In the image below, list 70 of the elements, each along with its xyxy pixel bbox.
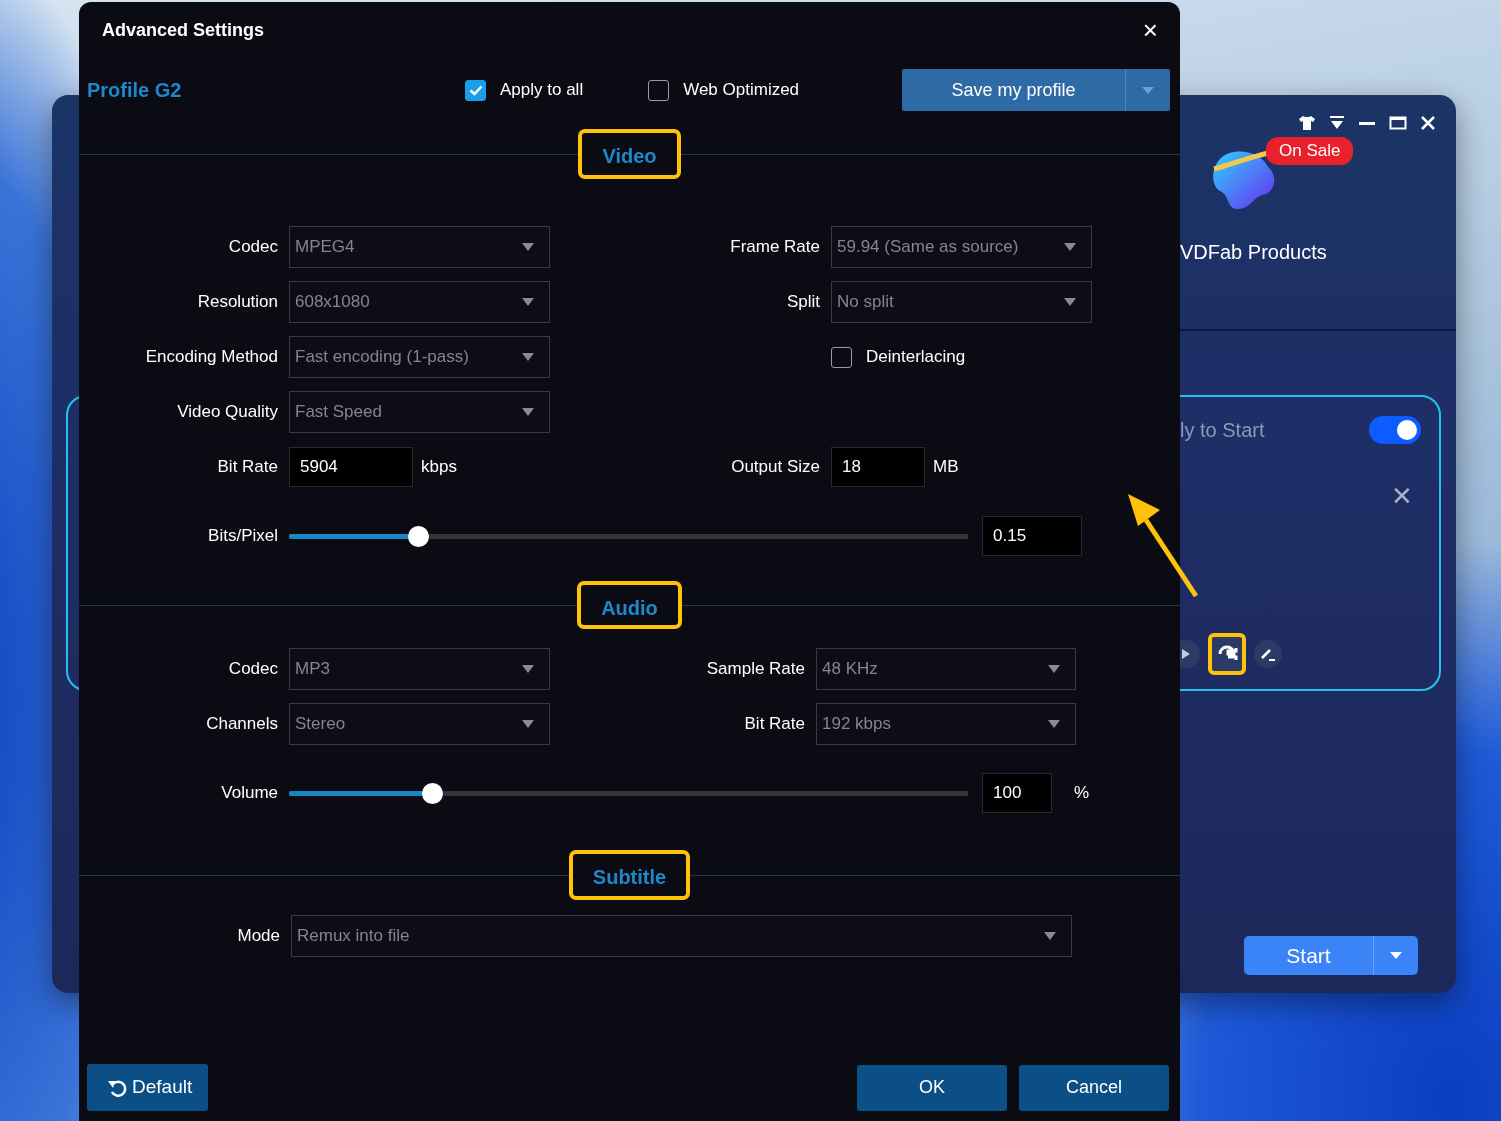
slider-thumb[interactable] (408, 525, 429, 547)
dropdown[interactable]: Fast encoding (1-pass) (289, 336, 550, 378)
field-label: Volume (220, 782, 278, 805)
field-label: Split (785, 291, 820, 314)
shirt-icon[interactable] (1298, 115, 1316, 131)
filter-icon[interactable] (1329, 115, 1345, 131)
dropdown[interactable]: 608x1080 (289, 281, 550, 323)
checkbox[interactable]: Apply to all (465, 77, 584, 103)
caret-icon (1064, 243, 1076, 251)
caret-icon (522, 720, 534, 728)
caret-icon (522, 298, 534, 306)
unit-label: % (1074, 782, 1090, 805)
dropdown[interactable]: No split (831, 281, 1092, 323)
maximize-icon[interactable] (1389, 115, 1407, 131)
caret-icon (522, 408, 534, 416)
ok-button[interactable]: OK (857, 1064, 1007, 1111)
default-button[interactable]: Default (87, 1064, 209, 1111)
caret-icon (522, 353, 534, 361)
caret-icon (1048, 665, 1060, 673)
caret-icon (1048, 720, 1060, 728)
field-label: Codec (227, 236, 278, 259)
unit-label: MB (933, 456, 959, 479)
field-label: Bit Rate (216, 456, 278, 479)
input-field[interactable]: 18 (831, 447, 925, 487)
toggle-switch[interactable] (1369, 416, 1421, 444)
dropdown[interactable]: MP3 (289, 648, 550, 690)
input-field[interactable]: 0.15 (982, 516, 1082, 556)
checkbox[interactable]: Web Optimized (648, 77, 800, 103)
cancel-button[interactable]: Cancel (1019, 1064, 1169, 1111)
caret-icon (522, 665, 534, 673)
field-label: Mode (236, 925, 280, 948)
profile-name: Profile G2 (87, 78, 183, 103)
caret-icon (1064, 298, 1076, 306)
field-label: Sample Rate (705, 658, 805, 681)
field-label: Channels (205, 713, 278, 736)
dropdown[interactable]: Stereo (289, 703, 550, 745)
slider-thumb[interactable] (421, 782, 443, 804)
caret-icon (522, 243, 534, 251)
field-label: Output Size (730, 456, 820, 479)
field-label: Bits/Pixel (207, 525, 278, 548)
field-label: Frame Rate (729, 236, 820, 259)
close-icon[interactable] (1420, 115, 1436, 131)
caret-icon (1390, 952, 1402, 959)
field-label: Resolution (196, 291, 278, 314)
task-status: ly to Start (1180, 418, 1265, 443)
dropdown[interactable]: Remux into file (291, 915, 1072, 957)
menu-label[interactable]: VDFab Products (1180, 237, 1456, 267)
checkbox[interactable]: Deinterlacing (831, 344, 1092, 370)
input-field[interactable]: 5904 (289, 447, 413, 487)
field-label: Bit Rate (743, 713, 805, 736)
dropdown[interactable]: 59.94 (Same as source) (831, 226, 1092, 268)
close-icon[interactable]: ✕ (1391, 483, 1413, 509)
unit-label: kbps (421, 456, 457, 479)
check-icon (468, 84, 483, 96)
edit-icon[interactable] (1254, 640, 1282, 668)
dropdown[interactable]: Fast Speed (289, 391, 550, 433)
close-button[interactable]: × (1142, 17, 1158, 43)
section-heading: Subtitle (568, 850, 691, 900)
input-field[interactable]: 100 (982, 773, 1052, 813)
caret-icon (1044, 932, 1056, 940)
section-heading: Audio (577, 581, 682, 629)
field-label: Codec (227, 658, 278, 681)
dropdown[interactable]: 48 KHz (816, 648, 1076, 690)
field-label: Video Quality (176, 401, 278, 424)
section-heading: Video (578, 129, 681, 179)
dialog-title: Advanced Settings (102, 18, 265, 42)
dropdown[interactable]: MPEG4 (289, 226, 550, 268)
sale-badge: On Sale (1266, 137, 1354, 165)
dropdown[interactable]: 192 kbps (816, 703, 1076, 745)
field-label: Encoding Method (144, 346, 278, 369)
